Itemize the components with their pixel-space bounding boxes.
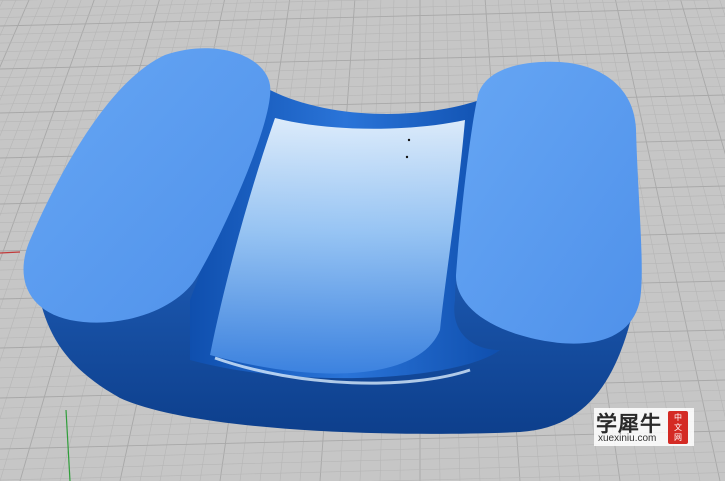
watermark-domain: xuexiniu.com xyxy=(598,433,657,444)
watermark-logo: 学犀牛 xuexiniu.com 中 文 网 xyxy=(594,408,694,446)
point-marker[interactable] xyxy=(407,138,411,142)
watermark-seal: 中 文 网 xyxy=(668,411,688,444)
point-marker[interactable] xyxy=(405,155,409,159)
seal-char: 文 xyxy=(674,422,682,432)
seal-char: 中 xyxy=(674,412,682,422)
right-pad-top[interactable] xyxy=(455,61,642,344)
seal-char: 网 xyxy=(674,432,682,442)
3d-viewport[interactable]: 学犀牛 xuexiniu.com 中 文 网 xyxy=(0,0,725,481)
